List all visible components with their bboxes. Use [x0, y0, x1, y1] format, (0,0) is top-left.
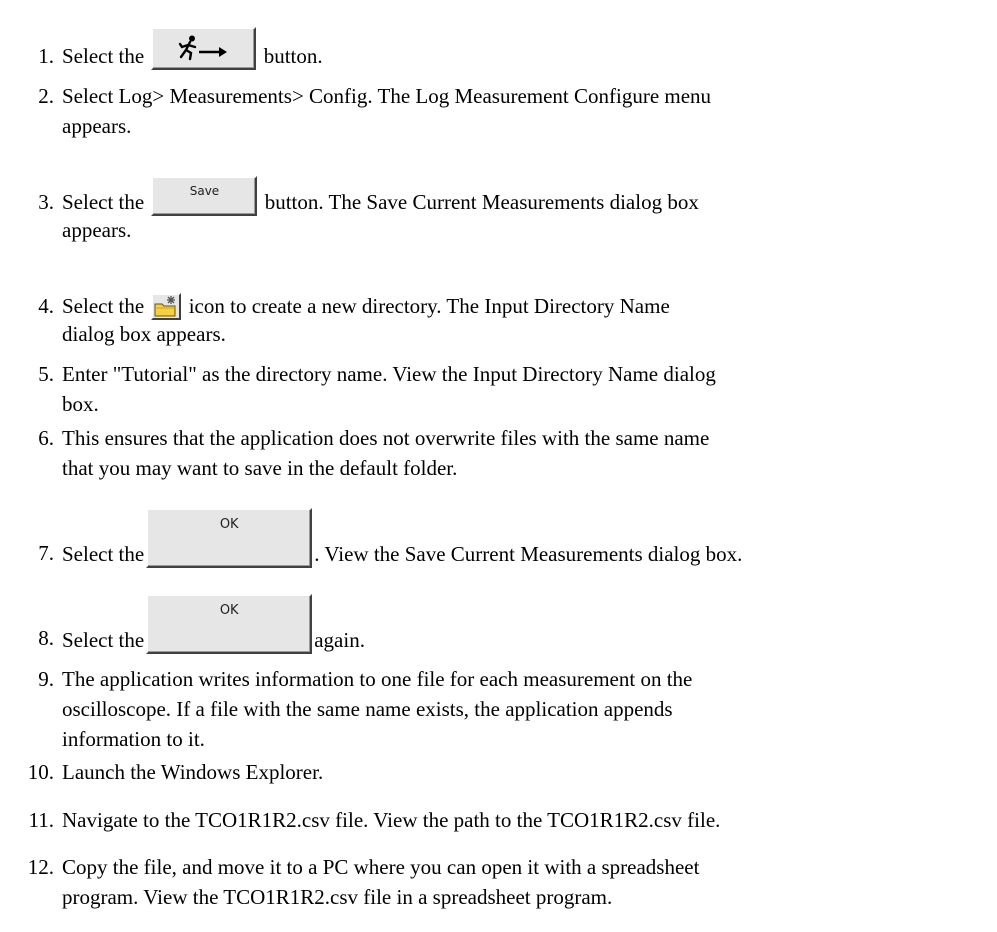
step-text: Select the: [62, 628, 145, 652]
step-text: information to it.: [62, 727, 205, 751]
step-number: 7.: [38, 541, 54, 565]
step-text: Launch the Windows Explorer.: [62, 760, 324, 784]
step-text: button. The Save Current Measurements di…: [264, 190, 699, 214]
step-text: The application writes information to on…: [62, 667, 693, 691]
step-number: 5.: [38, 362, 54, 386]
step-text: Select the: [62, 542, 145, 566]
step-text: again.: [314, 628, 365, 652]
step-text: box.: [62, 392, 99, 416]
step-number: 10.: [27, 760, 54, 784]
new-folder-button[interactable]: [151, 293, 182, 320]
step-text: Select the: [62, 44, 145, 68]
step-text: Navigate to the TCO1R1R2.csv file. View …: [62, 808, 721, 832]
step-number: 4.: [38, 294, 54, 318]
step-text: appears.: [62, 114, 132, 138]
step-text: dialog box appears.: [62, 322, 226, 346]
step-number: 12.: [27, 855, 54, 879]
step-number: 9.: [38, 667, 54, 691]
new-folder-icon: [154, 296, 176, 317]
step-text: Select the: [62, 294, 145, 318]
step-number: 6.: [38, 426, 54, 450]
step-text: Enter "Tutorial" as the directory name. …: [62, 362, 716, 386]
step-text: Copy the file, and move it to a PC where…: [62, 855, 700, 879]
step-text: that you may want to save in the default…: [62, 456, 458, 480]
step-text: button.: [263, 44, 323, 68]
step-number: 11.: [28, 808, 54, 832]
step-text: Select Log> Measurements> Config. The Lo…: [62, 84, 712, 108]
run-button[interactable]: [151, 27, 257, 70]
save-button[interactable]: Save: [151, 176, 258, 216]
step-text: appears.: [62, 218, 132, 242]
step-text: . View the Save Current Measurements dia…: [314, 542, 743, 566]
step-number: 8.: [38, 626, 54, 650]
step-text: oscilloscope. If a file with the same na…: [62, 697, 673, 721]
run-arrow-icon: [179, 35, 228, 61]
instructions-page: 1. Select the button. 2. Select Log> Mea…: [0, 0, 997, 932]
ok-button[interactable]: OK: [146, 594, 313, 654]
step-number: 2.: [38, 84, 54, 108]
ok-button[interactable]: OK: [146, 508, 313, 568]
step-number: 1.: [38, 44, 54, 68]
step-text: program. View the TCO1R1R2.csv file in a…: [62, 885, 613, 909]
step-number: 3.: [38, 190, 54, 214]
step-text: This ensures that the application does n…: [62, 426, 710, 450]
step-text: icon to create a new directory. The Inpu…: [188, 294, 670, 318]
step-text: Select the: [62, 190, 145, 214]
